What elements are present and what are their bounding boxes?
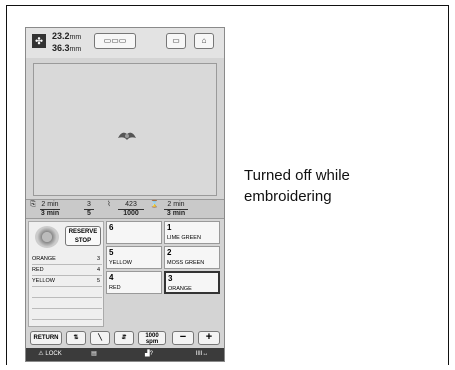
color-change-icon: ⎘ [30,201,36,208]
sequence-row-empty [32,287,102,298]
navigation-bar: ⚠ LOCK ▤ ▟? IIII↔ [26,348,224,361]
needle-cell-selected[interactable]: 3 ORANGE [164,271,220,294]
manual-icon[interactable]: ▤ [84,348,104,361]
speed-adjust-icon[interactable]: ⇵ [114,331,134,345]
top-bar: ✣ 23.2mm 36.3mm ▭▭▭ ▭ ⌂ [26,28,224,58]
needle-icon: ⌇ [107,201,111,208]
embroidery-motif-icon [118,132,136,140]
sequence-row-empty [32,309,102,320]
needle-cell[interactable]: 1 LIME GREEN [164,221,220,244]
speed-plus-button[interactable]: + [198,331,220,345]
speed-display: 1000 spm [138,331,166,345]
sequence-panel: RESERVE STOP ORANGE 3 RED 4 YELLOW 5 [28,221,104,327]
pattern-dimensions: 23.2mm 36.3mm [52,31,82,53]
sequence-row[interactable]: ORANGE 3 [32,254,102,265]
color-count: 3 5 [84,201,94,218]
color-change-time: 2 min 3 min [40,201,60,217]
home-button[interactable]: ⌂ [194,33,214,49]
hourglass-icon: ⌛ [150,201,159,208]
lower-panel: RESERVE STOP ORANGE 3 RED 4 YELLOW 5 6 1 LIM… [26,219,224,329]
stitch-adjust-icon[interactable]: IIII↔ [186,348,218,361]
sequence-row[interactable]: RED 4 [32,265,102,276]
lock-button[interactable]: ⚠ LOCK [30,348,70,361]
needle-threading-button[interactable]: ╲ [90,331,110,345]
machine-screen: ✣ 23.2mm 36.3mm ▭▭▭ ▭ ⌂ ⎘ 2 min 3 min 3 … [25,27,225,362]
embroidery-preview[interactable] [33,63,217,196]
caption-text: Turned off while embroidering [244,167,350,205]
help-icon[interactable]: ▟? [136,348,162,361]
needle-cell[interactable]: 6 [106,221,162,244]
thread-spool-icon [35,226,59,248]
warning-icon: ⚠ [38,351,44,357]
time-remaining: 2 min 3 min [164,201,188,218]
needle-cell[interactable]: 2 MOSS GREEN [164,246,220,269]
bottom-controls: RETURN ⇅ ╲ ⇵ 1000 spm − + [26,331,224,347]
frame-button[interactable]: ▭ [166,33,186,49]
stitch-count: 423 1000 [118,201,144,218]
status-bar: ⎘ 2 min 3 min 3 5 ⌇ 423 1000 ⌛ 2 min 3 m… [26,199,224,219]
sequence-row-empty [32,298,102,309]
needle-cell[interactable]: 4 RED [106,271,162,294]
size-icon: ✣ [32,34,46,48]
layout-button[interactable]: ▭▭▭ [94,33,136,49]
speed-minus-button[interactable]: − [172,331,194,345]
return-button[interactable]: RETURN [30,331,62,345]
needle-grid: 6 1 LIME GREEN 5 YELLOW 2 MOSS GREEN 4 RED 3… [106,221,222,327]
thread-trim-button[interactable]: ⇅ [66,331,86,345]
needle-cell[interactable]: 5 YELLOW [106,246,162,269]
sequence-row[interactable]: YELLOW 5 [32,276,102,287]
reserve-stop-button[interactable]: RESERVE STOP [65,226,101,246]
